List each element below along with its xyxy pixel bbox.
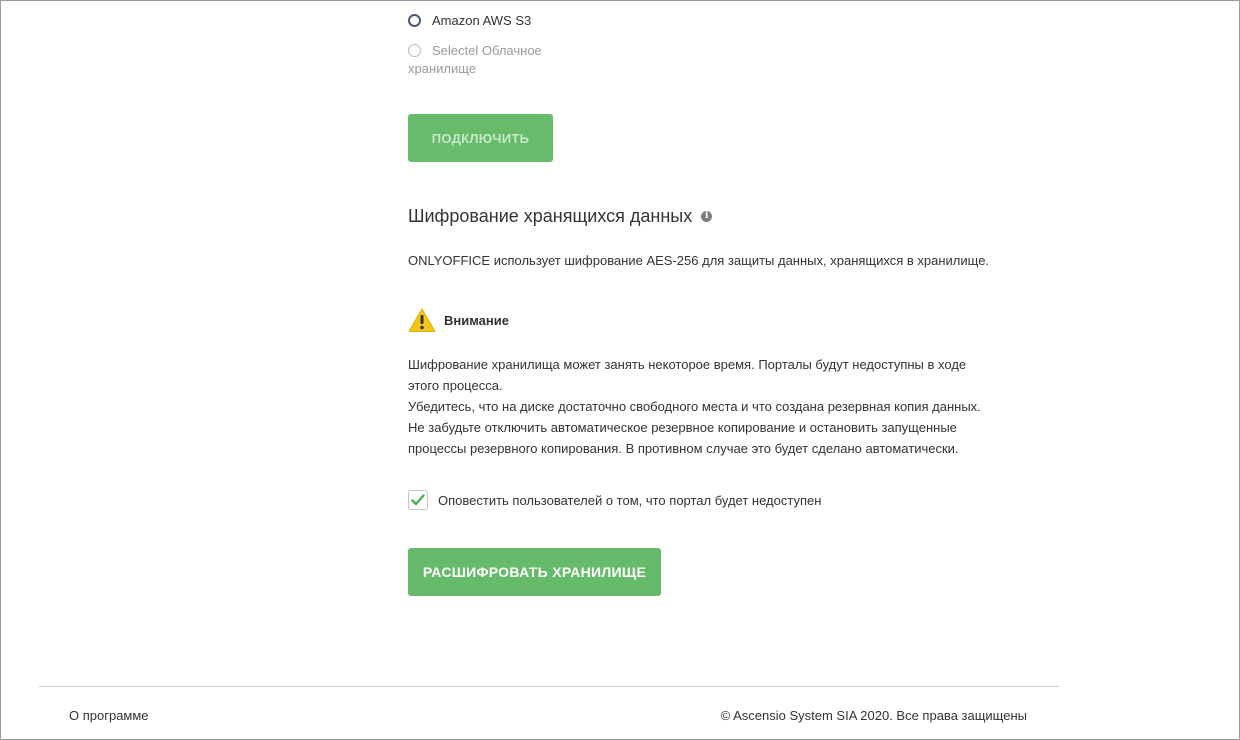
radio-button[interactable] xyxy=(408,44,421,57)
warning-line: Убедитесь, что на диске достаточно свобо… xyxy=(408,399,981,414)
warning-title: Внимание xyxy=(444,312,509,328)
info-icon[interactable]: i xyxy=(701,210,713,222)
warning-text: Шифрование хранилища может занять некото… xyxy=(408,354,1023,459)
footer-divider xyxy=(39,686,1059,687)
radio-selectel-label: Selectel Облачное xyxy=(432,43,542,58)
about-link[interactable]: О программе xyxy=(69,708,149,723)
page-frame: Amazon AWS S3 Selectel Облачное хранилищ… xyxy=(0,0,1240,740)
notify-users-checkbox-row[interactable]: Оповестить пользователей о том, что порт… xyxy=(408,490,821,510)
decrypt-storage-button[interactable]: РАСШИФРОВАТЬ ХРАНИЛИЩЕ xyxy=(408,548,661,596)
notify-users-label: Оповестить пользователей о том, что порт… xyxy=(438,492,822,508)
warning-icon xyxy=(408,307,436,333)
warning-line: этого процесса. xyxy=(408,378,503,393)
connect-button[interactable]: ПОДКЛЮЧИТЬ xyxy=(408,114,553,162)
checkmark-icon xyxy=(411,494,425,506)
encryption-description: ONLYOFFICE использует шифрование AES-256… xyxy=(408,253,990,268)
warning-line: Шифрование хранилища может занять некото… xyxy=(408,357,967,372)
notify-users-checkbox[interactable] xyxy=(408,490,428,510)
warning-header: Внимание xyxy=(408,307,509,333)
radio-selectel-label-line2: хранилище xyxy=(408,61,477,76)
encryption-title-text: Шифрование хранящихся данных xyxy=(408,206,693,226)
radio-selectel[interactable]: Selectel Облачное xyxy=(408,42,542,60)
radio-amazon-s3-label: Amazon AWS S3 xyxy=(432,13,532,28)
radio-button[interactable] xyxy=(408,14,421,27)
copyright-text: © Ascensio System SIA 2020. Все права за… xyxy=(720,708,1027,723)
warning-line: Не забудьте отключить автоматическое рез… xyxy=(408,420,957,435)
encryption-section-title: Шифрование хранящихся данных i xyxy=(408,204,713,228)
warning-line: процессы резервного копирования. В проти… xyxy=(408,441,959,456)
radio-amazon-s3[interactable]: Amazon AWS S3 xyxy=(408,12,531,30)
